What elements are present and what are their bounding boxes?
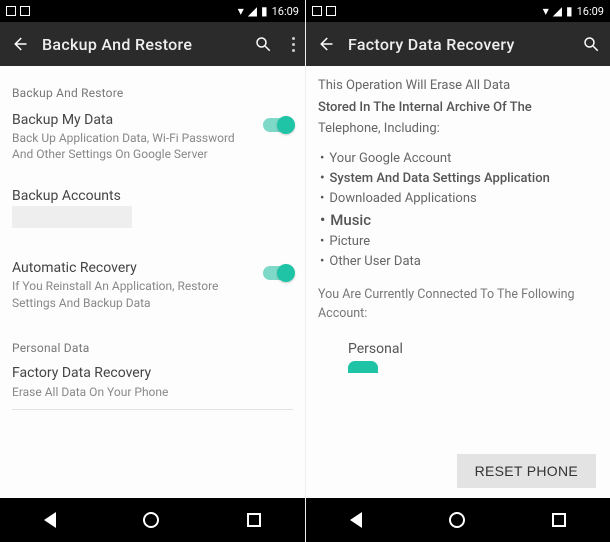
nav-home-icon[interactable] xyxy=(449,512,465,528)
row-label: Backup Accounts xyxy=(12,188,293,204)
navbar xyxy=(306,498,610,542)
account-name: Personal xyxy=(348,341,598,357)
section-header-personal: Personal Data xyxy=(12,341,293,355)
row-automatic-recovery[interactable]: Automatic Recovery If You Reinstall An A… xyxy=(12,254,293,316)
row-sub: If You Reinstall An Application, Restore… xyxy=(12,278,293,310)
row-label: Factory Data Recovery xyxy=(12,365,151,381)
back-icon[interactable] xyxy=(316,35,334,53)
row-factory-data-recovery[interactable]: Factory Data Recovery xyxy=(12,361,293,385)
row-backup-my-data[interactable]: Backup My Data Back Up Application Data,… xyxy=(12,106,293,168)
section-header: Backup And Restore xyxy=(12,86,293,100)
nav-recent-icon[interactable] xyxy=(247,513,261,527)
status-time: 16:09 xyxy=(577,5,604,18)
left-pane: ▾ ◢ ▮ 16:09 Backup And Restore Backup An… xyxy=(0,0,305,542)
status-time: 16:09 xyxy=(272,5,299,18)
navbar xyxy=(0,498,305,542)
overflow-icon[interactable] xyxy=(292,37,295,52)
list-item: Downloaded Applications xyxy=(320,189,598,209)
factory-reset-content: This Operation Will Erase All Data Store… xyxy=(306,66,610,373)
status-icon-device xyxy=(20,6,30,16)
nav-recent-icon[interactable] xyxy=(552,513,566,527)
erase-list: Your Google Account System And Data Sett… xyxy=(320,149,598,273)
account-indicator-icon xyxy=(348,361,378,373)
connected-account-label: You Are Currently Connected To The Follo… xyxy=(318,286,598,322)
right-pane: ▾ ◢ ▮ 16:09 Factory Data Recovery This O… xyxy=(305,0,610,542)
settings-content: Backup And Restore Backup My Data Back U… xyxy=(0,66,305,410)
nav-back-icon[interactable] xyxy=(44,512,56,528)
divider xyxy=(12,409,293,410)
battery-icon: ▮ xyxy=(261,4,268,18)
appbar-title: Factory Data Recovery xyxy=(348,35,568,54)
list-item: Music xyxy=(320,209,598,232)
signal-icon: ◢ xyxy=(553,4,562,18)
warning-text: Telephone, Including: xyxy=(318,119,598,139)
status-icon-card xyxy=(312,6,322,16)
back-icon[interactable] xyxy=(10,35,28,53)
toggle-backup-my-data[interactable] xyxy=(263,118,293,132)
appbar: Factory Data Recovery xyxy=(306,22,610,66)
signal-icon: ◢ xyxy=(248,4,257,18)
row-sub: Erase All Data On Your Phone xyxy=(12,385,293,399)
toggle-automatic-recovery[interactable] xyxy=(263,266,293,280)
wifi-icon: ▾ xyxy=(543,4,549,18)
appbar-title: Backup And Restore xyxy=(42,35,240,54)
row-backup-accounts[interactable]: Backup Accounts xyxy=(12,182,293,234)
battery-icon: ▮ xyxy=(566,4,573,18)
list-item: Picture xyxy=(320,232,598,252)
search-icon[interactable] xyxy=(254,35,272,53)
list-item: Other User Data xyxy=(320,252,598,272)
list-item: System And Data Settings Application xyxy=(320,169,598,189)
warning-text: This Operation Will Erase All Data xyxy=(318,76,598,96)
nav-back-icon[interactable] xyxy=(350,512,362,528)
statusbar: ▾ ◢ ▮ 16:09 xyxy=(0,0,305,22)
row-label: Automatic Recovery xyxy=(12,260,293,276)
row-label: Backup My Data xyxy=(12,112,293,128)
reset-phone-button[interactable]: RESET PHONE xyxy=(457,454,596,488)
list-item: Your Google Account xyxy=(320,149,598,169)
row-sub: Back Up Application Data, Wi-Fi Password… xyxy=(12,130,293,162)
warning-text: Stored In The Internal Archive Of The xyxy=(318,98,598,118)
appbar: Backup And Restore xyxy=(0,22,305,66)
search-icon[interactable] xyxy=(582,35,600,53)
statusbar: ▾ ◢ ▮ 16:09 xyxy=(306,0,610,22)
wifi-icon: ▾ xyxy=(238,4,244,18)
backup-accounts-field[interactable] xyxy=(12,206,132,228)
status-icon-device xyxy=(326,6,336,16)
status-icon-card xyxy=(6,6,16,16)
nav-home-icon[interactable] xyxy=(143,512,159,528)
